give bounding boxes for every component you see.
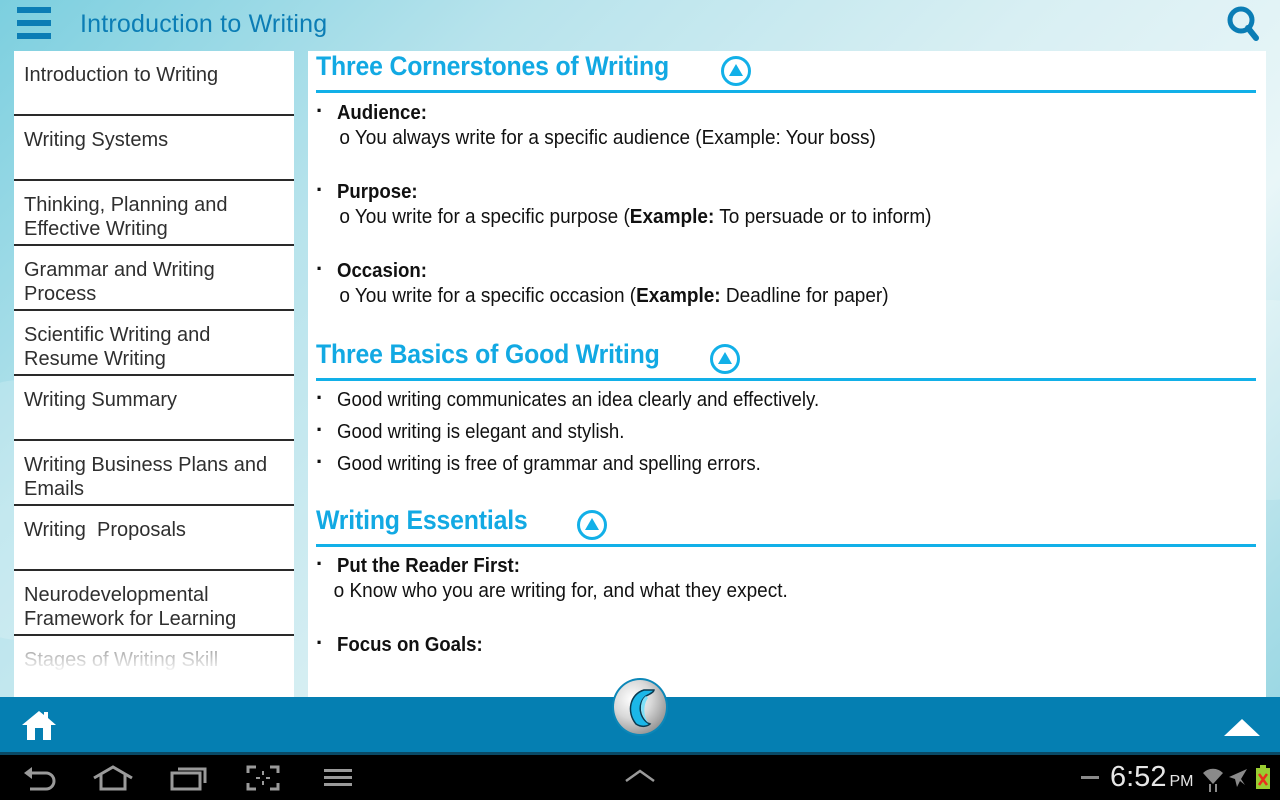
minimize-indicator-icon: [1081, 776, 1099, 779]
page-title: Introduction to Writing: [80, 10, 328, 38]
wifi-icon: [1202, 766, 1224, 797]
sidebar-item-business-plans[interactable]: Writing Business Plans and Emails: [14, 441, 294, 506]
section-title: Three Basics of Good Writing: [316, 339, 660, 369]
collapse-section-icon[interactable]: [577, 510, 607, 540]
sub-item: o You always write for a specific audien…: [339, 127, 876, 149]
clock: 6:52 PM: [1110, 761, 1194, 793]
search-icon[interactable]: [1226, 5, 1260, 41]
recent-apps-icon[interactable]: [170, 765, 208, 796]
sidebar-item-grammar-process[interactable]: Grammar and Writing Process: [14, 246, 294, 311]
section-header: Three Cornerstones of Writing: [316, 51, 1256, 93]
list-item: Occasion:: [308, 256, 1266, 284]
sub-item: o Know who you are writing for, and what…: [333, 580, 788, 602]
sidebar-item-thinking-planning[interactable]: Thinking, Planning and Effective Writing: [14, 181, 294, 246]
app-header: Introduction to Writing: [0, 0, 1280, 50]
sidebar-item-writing-systems[interactable]: Writing Systems: [14, 116, 294, 181]
airplane-mode-icon: [1227, 767, 1249, 794]
notifications-up-icon[interactable]: [624, 769, 656, 788]
sidebar-item-stages-of-writing[interactable]: Stages of Writing Skill: [14, 636, 294, 697]
list-item: Focus on Goals:: [308, 630, 1266, 658]
section-title: Three Cornerstones of Writing: [316, 51, 670, 81]
section-title: Writing Essentials: [316, 505, 528, 535]
back-icon[interactable]: [22, 765, 58, 796]
section-header: Three Basics of Good Writing: [316, 339, 1256, 381]
screenshot-icon[interactable]: [246, 765, 280, 796]
section-header: Writing Essentials: [316, 505, 1256, 547]
content-panel: Three Cornerstones of Writing Audience: …: [308, 51, 1266, 697]
list-item: Good writing is free of grammar and spel…: [308, 449, 1266, 477]
sidebar-item-introduction-to-writing[interactable]: Introduction to Writing: [14, 51, 294, 116]
list-item: Good writing communicates an idea clearl…: [308, 385, 1266, 413]
list-item: Purpose:: [308, 177, 1266, 205]
sub-item: o You write for a specific purpose (Exam…: [339, 206, 932, 228]
sidebar-item-neurodevelopmental[interactable]: Neurodevelopmental Framework for Learnin…: [14, 571, 294, 636]
battery-icon: [1256, 765, 1270, 794]
home-icon[interactable]: [92, 765, 134, 796]
system-navigation-bar: 6:52 PM: [0, 752, 1280, 800]
collapse-section-icon[interactable]: [721, 56, 751, 86]
home-icon[interactable]: [22, 709, 56, 741]
sidebar-item-scientific-resume[interactable]: Scientific Writing and Resume Writing: [14, 311, 294, 376]
sidebar-item-writing-proposals[interactable]: Writing Proposals: [14, 506, 294, 571]
app-logo-icon[interactable]: [612, 678, 668, 736]
sidebar-item-writing-summary[interactable]: Writing Summary: [14, 376, 294, 441]
hamburger-menu-icon[interactable]: [17, 7, 51, 40]
chapter-list: Introduction to Writing Writing Systems …: [14, 51, 294, 697]
collapse-section-icon[interactable]: [710, 344, 740, 374]
scroll-to-top-icon[interactable]: [1224, 719, 1260, 736]
list-item: Put the Reader First:: [308, 551, 1266, 579]
sub-item: o You write for a specific occasion (Exa…: [339, 285, 889, 307]
list-item: Audience:: [308, 98, 1266, 126]
list-item: Good writing is elegant and stylish.: [308, 417, 1266, 445]
menu-icon[interactable]: [324, 765, 352, 796]
